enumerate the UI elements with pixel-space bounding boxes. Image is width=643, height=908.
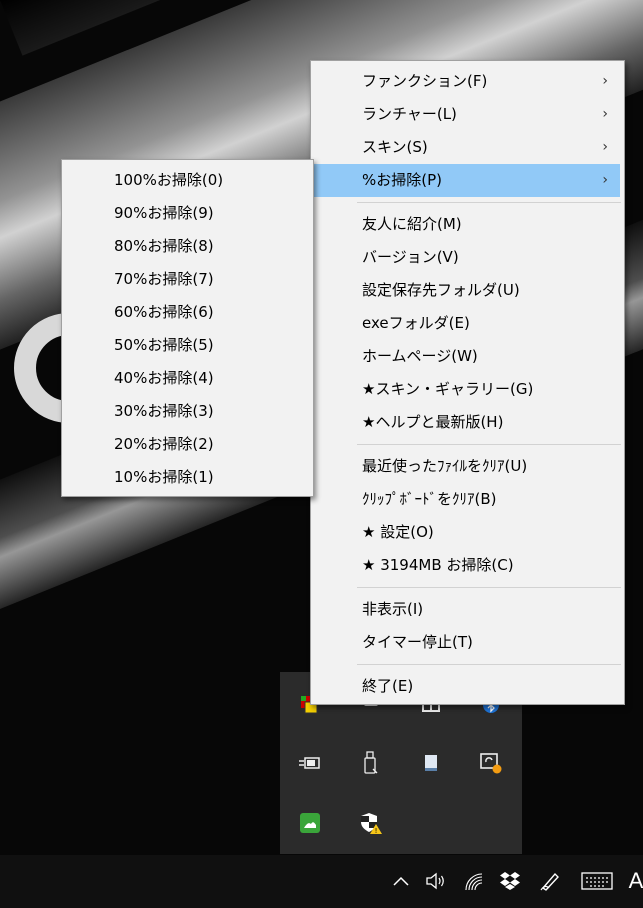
submenu-item-cleanup-30[interactable]: 30%お掃除(3) [62, 395, 313, 428]
taskbar: A [0, 855, 643, 908]
menu-item-function[interactable]: ファンクション(F) › [311, 65, 624, 98]
menu-item-help-latest[interactable]: ★ヘルプと最新版(H) [311, 406, 624, 439]
chevron-right-icon: › [602, 172, 608, 188]
ime-indicator[interactable]: A [626, 868, 643, 893]
menu-item-skin-gallery[interactable]: ★スキン・ギャラリー(G) [311, 373, 624, 406]
chevron-right-icon: › [602, 73, 608, 89]
menu-separator [357, 444, 621, 445]
svg-text:!: ! [375, 827, 378, 835]
menu-item-settings[interactable]: ★ 設定(O) [311, 516, 624, 549]
power-icon[interactable] [297, 750, 323, 776]
green-app-icon[interactable] [297, 810, 323, 836]
menu-item-version[interactable]: バージョン(V) [311, 241, 624, 274]
remote-sync-icon[interactable] [478, 750, 504, 776]
menu-item-hide[interactable]: 非表示(I) [311, 593, 624, 626]
submenu-item-cleanup-50[interactable]: 50%お掃除(5) [62, 329, 313, 362]
submenu-item-cleanup-40[interactable]: 40%お掃除(4) [62, 362, 313, 395]
wifi-icon[interactable] [462, 869, 486, 893]
submenu-item-cleanup-60[interactable]: 60%お掃除(6) [62, 296, 313, 329]
shield-warning-icon[interactable]: ! [358, 810, 384, 836]
menu-item-exe-folder[interactable]: exeフォルダ(E) [311, 307, 624, 340]
monitor-icon[interactable] [418, 750, 444, 776]
usb-drive-icon[interactable] [358, 750, 384, 776]
menu-item-clear-clipboard[interactable]: ｸﾘｯﾌﾟﾎﾞｰﾄﾞをｸﾘｱ(B) [311, 483, 624, 516]
submenu-item-cleanup-90[interactable]: 90%お掃除(9) [62, 197, 313, 230]
menu-item-recommend[interactable]: 友人に紹介(M) [311, 208, 624, 241]
pen-icon[interactable] [538, 869, 562, 893]
submenu-item-cleanup-80[interactable]: 80%お掃除(8) [62, 230, 313, 263]
menu-item-launcher[interactable]: ランチャー(L) › [311, 98, 624, 131]
menu-separator [357, 202, 621, 203]
percent-cleanup-submenu: 100%お掃除(0) 90%お掃除(9) 80%お掃除(8) 70%お掃除(7)… [61, 159, 314, 497]
menu-item-stop-timer[interactable]: タイマー停止(T) [311, 626, 624, 659]
submenu-item-cleanup-100[interactable]: 100%お掃除(0) [62, 164, 313, 197]
chevron-right-icon: › [602, 139, 608, 155]
menu-item-skin[interactable]: スキン(S) › [311, 131, 624, 164]
submenu-item-cleanup-70[interactable]: 70%お掃除(7) [62, 263, 313, 296]
submenu-item-cleanup-20[interactable]: 20%お掃除(2) [62, 428, 313, 461]
menu-item-homepage[interactable]: ホームページ(W) [311, 340, 624, 373]
chevron-up-icon[interactable] [390, 869, 412, 893]
volume-icon[interactable] [424, 869, 448, 893]
menu-separator [357, 587, 621, 588]
submenu-item-cleanup-10[interactable]: 10%お掃除(1) [62, 461, 313, 494]
menu-item-clear-recent-files[interactable]: 最近使ったﾌｧｲﾙをｸﾘｱ(U) [311, 450, 624, 483]
menu-item-percent-cleanup[interactable]: %お掃除(P) › [314, 164, 620, 197]
menu-separator [357, 664, 621, 665]
menu-item-memory-cleanup[interactable]: ★ 3194MB お掃除(C) [311, 549, 624, 582]
chevron-right-icon: › [602, 106, 608, 122]
keyboard-icon[interactable] [580, 869, 614, 893]
dropbox-icon[interactable] [498, 869, 522, 893]
tray-context-menu: ファンクション(F) › ランチャー(L) › スキン(S) › %お掃除(P) › 友… [310, 60, 625, 705]
menu-item-exit[interactable]: 終了(E) [311, 670, 624, 703]
menu-item-settings-folder[interactable]: 設定保存先フォルダ(U) [311, 274, 624, 307]
